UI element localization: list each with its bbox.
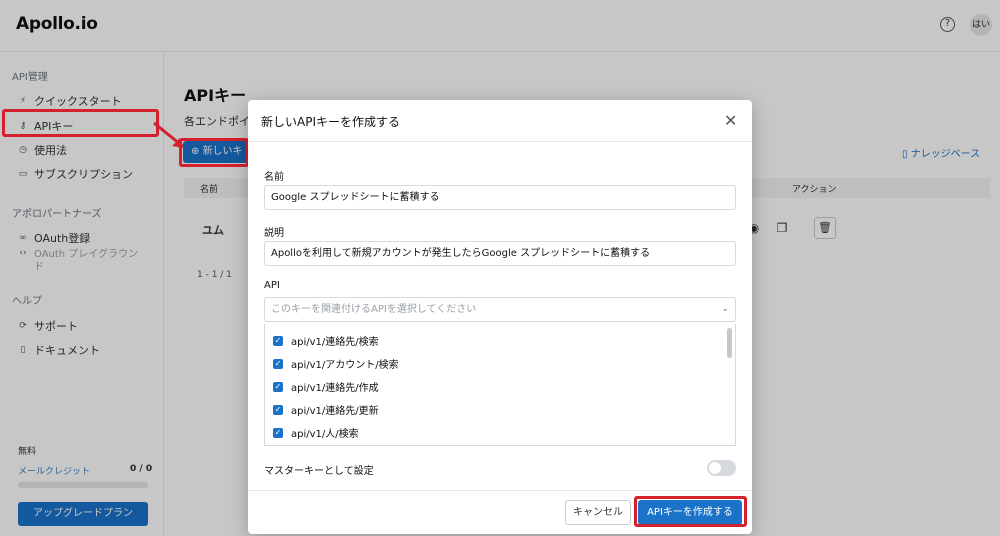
list-scrollbar[interactable] — [727, 328, 732, 358]
modal-header: 新しいAPIキーを作成する ✕ — [248, 100, 752, 142]
master-key-toggle[interactable] — [707, 460, 736, 476]
checkbox-checked-icon[interactable]: ✓ — [273, 358, 283, 369]
close-icon[interactable]: ✕ — [724, 111, 737, 130]
api-option[interactable]: ✓ api/v1/連絡先/更新 — [273, 402, 379, 417]
api-label: API — [264, 280, 280, 291]
api-option[interactable]: ✓ api/v1/人/検索 — [273, 425, 359, 440]
cancel-button[interactable]: キャンセル — [565, 500, 631, 525]
checkbox-checked-icon[interactable]: ✓ — [273, 335, 283, 346]
master-key-label: マスターキーとして設定 — [264, 466, 374, 477]
checkbox-checked-icon[interactable]: ✓ — [273, 427, 283, 438]
api-option-label: api/v1/アカウント/検索 — [291, 360, 399, 371]
api-option[interactable]: ✓ api/v1/連絡先/検索 — [273, 333, 379, 348]
name-input[interactable]: Google スプレッドシートに蓄積する — [264, 185, 736, 210]
api-option[interactable]: ✓ api/v1/連絡先/作成 — [273, 379, 379, 394]
api-option-label: api/v1/人/検索 — [291, 429, 359, 440]
modal-title: 新しいAPIキーを作成する — [261, 115, 400, 129]
highlight-api-keys — [2, 109, 159, 137]
arrow-annotation — [153, 121, 184, 148]
api-option-label: api/v1/連絡先/作成 — [291, 383, 379, 394]
checkbox-checked-icon[interactable]: ✓ — [273, 381, 283, 392]
chevron-down-icon: ⌄ — [721, 304, 729, 314]
checkbox-checked-icon[interactable]: ✓ — [273, 404, 283, 415]
description-label: 説明 — [264, 228, 284, 239]
api-options-list[interactable]: ✓ api/v1/連絡先/検索 ✓ api/v1/アカウント/検索 ✓ api/… — [264, 324, 736, 446]
create-api-key-modal: 新しいAPIキーを作成する ✕ 名前 Google スプレッドシートに蓄積する … — [248, 100, 752, 534]
api-option-label: api/v1/連絡先/検索 — [291, 337, 379, 348]
description-input[interactable]: Apolloを利用して新規アカウントが発生したらGoogle スプレッドシートに… — [264, 241, 736, 266]
api-select[interactable]: このキーを関連付けるAPIを選択してください ⌄ — [264, 297, 736, 322]
api-option-label: api/v1/連絡先/更新 — [291, 406, 379, 417]
name-label: 名前 — [264, 172, 284, 183]
api-option[interactable]: ✓ api/v1/アカウント/検索 — [273, 356, 399, 371]
api-select-placeholder: このキーを関連付けるAPIを選択してください — [271, 304, 477, 315]
highlight-create-button — [634, 496, 747, 527]
